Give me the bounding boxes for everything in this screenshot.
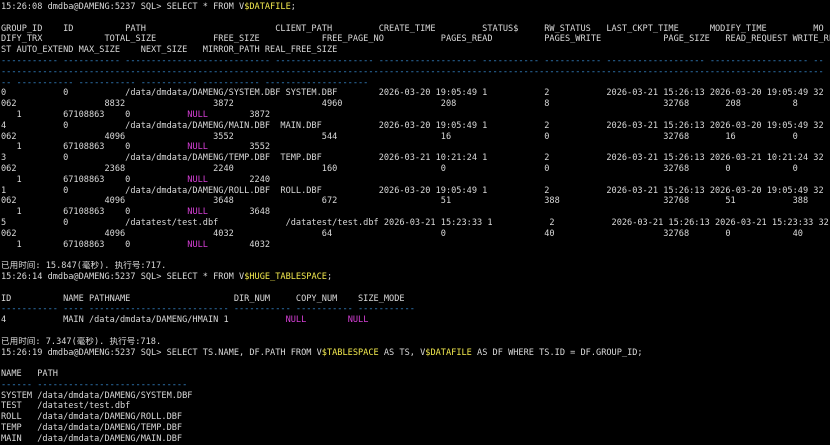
terminal-line: -- ----------- ----------- ----------- -… xyxy=(1,78,830,89)
terminal-text: 1 67108863 0 xyxy=(1,174,188,185)
terminal-text: ----------------------------------------… xyxy=(1,66,824,77)
terminal-line: 1 67108863 0 NULL 3648 xyxy=(1,207,830,218)
terminal-line: 062 4096 3552 544 16 0 32768 16 0 xyxy=(1,132,830,143)
terminal-line: 1 67108863 0 NULL 3552 xyxy=(1,142,830,153)
terminal-line: 已用时间: 7.347(毫秒). 执行号:718. xyxy=(1,337,830,348)
terminal-line: SYSTEM /data/dmdata/DAMENG/SYSTEM.DBF xyxy=(1,391,830,402)
terminal-line: 15:26:08 dmdba@DAMENG:5237 SQL> SELECT *… xyxy=(1,2,830,13)
terminal-line: 3 0 /data/dmdata/DAMENG/TEMP.DBF TEMP.DB… xyxy=(1,153,830,164)
terminal-text: ----------- ---- -----------------------… xyxy=(1,304,415,315)
null-value: NULL xyxy=(187,207,208,218)
terminal-text: DIFY_TRX TOTAL_SIZE FREE_SIZE FREE_PAGE_… xyxy=(1,34,830,45)
null-value: NULL xyxy=(285,315,307,326)
terminal-text: 4 0 /data/dmdata/DAMENG/MAIN.DBF MAIN.DB… xyxy=(1,120,824,131)
terminal-line: 15:26:14 dmdba@DAMENG:5237 SQL> SELECT *… xyxy=(1,272,830,283)
terminal-text: 2240 xyxy=(207,174,271,185)
terminal-text: TEST /datatest/test.dbf xyxy=(1,401,131,412)
terminal-line: ----------- ---- -----------------------… xyxy=(1,304,830,315)
terminal-line: ----------------------------------------… xyxy=(1,67,830,78)
null-value: NULL xyxy=(187,142,208,153)
terminal-text: -- ----------- ----------- ----------- -… xyxy=(1,77,369,88)
null-value: NULL xyxy=(347,315,369,326)
terminal-line: 1 67108863 0 NULL 4032 xyxy=(1,240,830,251)
terminal-line: 15:26:19 dmdba@DAMENG:5237 SQL> SELECT T… xyxy=(1,348,830,359)
terminal-line: 062 2368 2240 160 0 0 32768 0 0 xyxy=(1,164,830,175)
terminal-text: 15:26:19 dmdba@DAMENG:5237 SQL> SELECT T… xyxy=(1,347,322,358)
terminal-window[interactable]: 15:26:08 dmdba@DAMENG:5237 SQL> SELECT *… xyxy=(0,0,830,445)
highlighted-identifier: $DATAFILE xyxy=(425,347,472,358)
terminal-text: 062 4096 3552 544 16 0 32768 16 0 xyxy=(1,131,798,142)
terminal-text: 1 67108863 0 xyxy=(1,239,188,250)
terminal-line: 4 MAIN /data/dmdata/DAMENG/HMAIN 1 NULL … xyxy=(1,315,830,326)
terminal-text: 062 4096 4032 64 0 40 32768 0 40 xyxy=(1,228,803,239)
terminal-text: ID NAME PATHNAME DIR_NUM COPY_NUM SIZE_M… xyxy=(1,293,405,304)
highlighted-identifier: $HUGE_TABLESPACE xyxy=(244,271,327,282)
terminal-text: 15:26:14 dmdba@DAMENG:5237 SQL> SELECT *… xyxy=(1,271,245,282)
terminal-text: 已用时间: 15.847(毫秒). 执行号:717. xyxy=(1,261,167,272)
terminal-line: 1 67108863 0 NULL 3872 xyxy=(1,110,830,121)
terminal-line: DIFY_TRX TOTAL_SIZE FREE_SIZE FREE_PAGE_… xyxy=(1,34,830,45)
terminal-text: 4032 xyxy=(207,239,271,250)
terminal-line: NAME PATH xyxy=(1,369,830,380)
terminal-text: GROUP_ID ID PATH CLIENT_PATH CREATE_TIME… xyxy=(1,23,824,34)
terminal-line: 062 8832 3872 4960 208 8 32768 208 8 xyxy=(1,99,830,110)
terminal-text: TEMP /data/dmdata/DAMENG/TEMP.DBF xyxy=(1,423,183,434)
terminal-text: 3872 xyxy=(207,109,271,120)
terminal-text: ; xyxy=(290,2,296,12)
terminal-text: 已用时间: 7.347(毫秒). 执行号:718. xyxy=(1,336,162,347)
terminal-text: 1 67108863 0 xyxy=(1,109,188,120)
terminal-text: 1 67108863 0 xyxy=(1,207,188,218)
terminal-text: SYSTEM /data/dmdata/DAMENG/SYSTEM.DBF xyxy=(1,390,193,401)
terminal-line: 062 4096 4032 64 0 40 32768 0 40 xyxy=(1,229,830,240)
terminal-line: 1 0 /data/dmdata/DAMENG/ROLL.DBF ROLL.DB… xyxy=(1,186,830,197)
null-value: NULL xyxy=(187,174,208,185)
terminal-text: MAIN /data/dmdata/DAMENG/MAIN.DBF xyxy=(1,433,183,444)
terminal-text: 062 2368 2240 160 0 0 32768 0 0 xyxy=(1,163,798,174)
terminal-text: 062 4096 3648 672 51 388 32768 51 388 xyxy=(1,196,809,207)
terminal-text: ----------- ----------- ----------------… xyxy=(1,55,824,66)
highlighted-identifier: $DATAFILE xyxy=(244,2,291,12)
terminal-text: 15:26:08 dmdba@DAMENG:5237 SQL> SELECT *… xyxy=(1,2,245,12)
terminal-text: 4 MAIN /data/dmdata/DAMENG/HMAIN 1 xyxy=(1,315,286,326)
terminal-line: ID NAME PATHNAME DIR_NUM COPY_NUM SIZE_M… xyxy=(1,294,830,305)
null-value: NULL xyxy=(187,109,208,120)
terminal-text: 1 67108863 0 xyxy=(1,142,188,153)
terminal-text: AS TS, V xyxy=(378,347,426,358)
terminal-text: 5 0 /datatest/test.dbf /datatest/test.db… xyxy=(1,217,829,228)
terminal-text: NAME PATH xyxy=(1,369,58,380)
terminal-line: ------ ----------------------------- xyxy=(1,380,830,391)
terminal-text: AS DF WHERE TS.ID = DF.GROUP_ID; xyxy=(471,347,643,358)
terminal-text: 062 8832 3872 4960 208 8 32768 208 8 xyxy=(1,99,798,110)
terminal-line: 1 67108863 0 NULL 2240 xyxy=(1,175,830,186)
terminal-line: TEST /datatest/test.dbf xyxy=(1,401,830,412)
terminal-line: TEMP /data/dmdata/DAMENG/TEMP.DBF xyxy=(1,423,830,434)
terminal-text: 0 0 /data/dmdata/DAMENG/SYSTEM.DBF SYSTE… xyxy=(1,88,824,99)
terminal-text: ST AUTO_EXTEND MAX_SIZE NEXT_SIZE MIRROR… xyxy=(1,45,338,56)
terminal-text: 3648 xyxy=(207,207,271,218)
terminal-line: MAIN /data/dmdata/DAMENG/MAIN.DBF xyxy=(1,434,830,445)
terminal-line: 4 0 /data/dmdata/DAMENG/MAIN.DBF MAIN.DB… xyxy=(1,121,830,132)
highlighted-identifier: $TABLESPACE xyxy=(321,347,379,358)
null-value: NULL xyxy=(187,239,208,250)
terminal-line: ----------- ----------- ----------------… xyxy=(1,56,830,67)
terminal-line: 062 4096 3648 672 51 388 32768 51 388 xyxy=(1,196,830,207)
terminal-line: GROUP_ID ID PATH CLIENT_PATH CREATE_TIME… xyxy=(1,24,830,35)
terminal-line: 5 0 /datatest/test.dbf /datatest/test.db… xyxy=(1,218,830,229)
terminal-line: ST AUTO_EXTEND MAX_SIZE NEXT_SIZE MIRROR… xyxy=(1,45,830,56)
terminal-text: 1 0 /data/dmdata/DAMENG/ROLL.DBF ROLL.DB… xyxy=(1,185,824,196)
terminal-text: ------ ----------------------------- xyxy=(1,379,188,390)
terminal-text: ; xyxy=(326,271,333,282)
terminal-line: 已用时间: 15.847(毫秒). 执行号:717. xyxy=(1,261,830,272)
terminal-line: ROLL /data/dmdata/DAMENG/ROLL.DBF xyxy=(1,412,830,423)
terminal-text: 3552 xyxy=(207,142,271,153)
terminal-text: 3 0 /data/dmdata/DAMENG/TEMP.DBF TEMP.DB… xyxy=(1,153,824,164)
terminal-text: ROLL /data/dmdata/DAMENG/ROLL.DBF xyxy=(1,412,183,423)
terminal-line: 0 0 /data/dmdata/DAMENG/SYSTEM.DBF SYSTE… xyxy=(1,88,830,99)
